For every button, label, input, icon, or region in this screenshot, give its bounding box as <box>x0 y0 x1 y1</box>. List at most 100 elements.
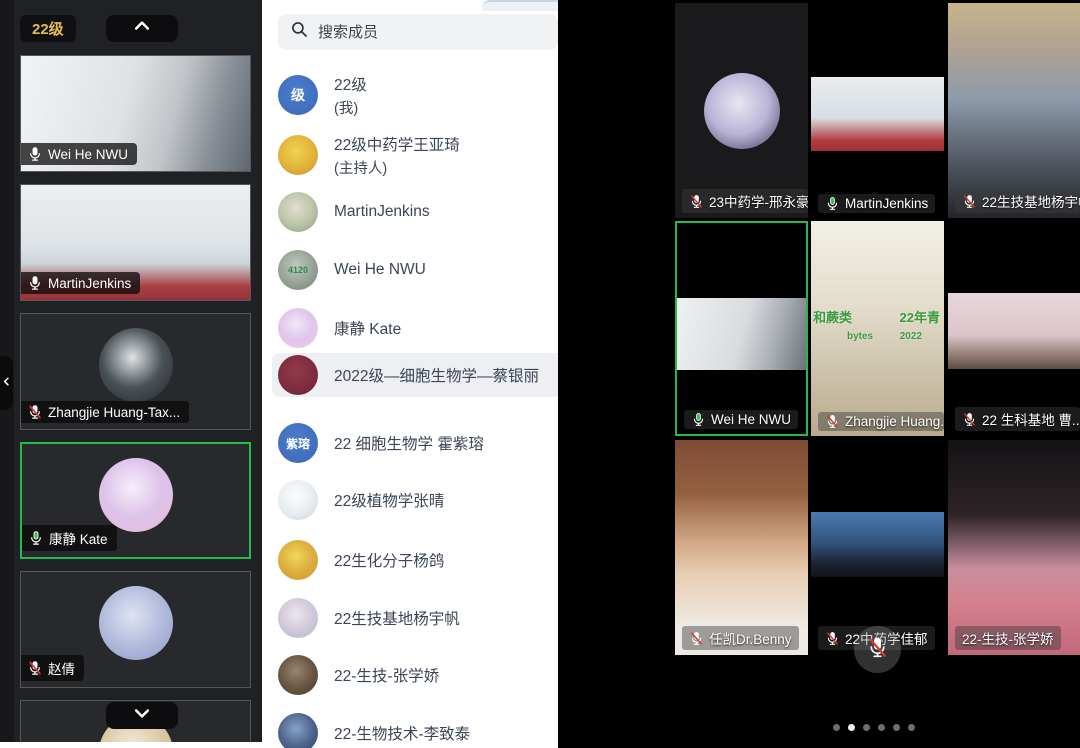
participant-name: MartinJenkins <box>845 196 928 211</box>
member-name: 22生化分子杨鸽 <box>334 549 444 571</box>
member-row[interactable]: 2022级—细胞生物学—蔡银丽 <box>262 351 558 399</box>
participant-video <box>948 293 1080 369</box>
member-text: 22级中药学王亚琦(主持人) <box>334 133 460 178</box>
member-row[interactable]: 22-生技-张学娇 <box>262 651 558 699</box>
mic-muted-icon <box>825 631 840 646</box>
member-row[interactable]: 紫瑢22 细胞生物学 霍紫瑢 <box>262 419 558 467</box>
video-tile[interactable]: 22生技基地杨宇帆 <box>948 3 1080 218</box>
avatar <box>99 328 173 402</box>
member-text: 康静 Kate <box>334 317 401 339</box>
avatar <box>278 598 318 638</box>
search-input[interactable] <box>318 24 546 41</box>
participant-video <box>811 221 944 436</box>
group-name-label: 22级 <box>32 18 64 39</box>
pagination-dot-active[interactable] <box>848 724 855 731</box>
video-tile[interactable]: 任凯Dr.Benny <box>675 440 808 655</box>
participant-name: Wei He NWU <box>711 412 791 427</box>
member-text: 22级(我) <box>334 73 367 118</box>
avatar: 紫瑢 <box>278 423 318 463</box>
video-tile[interactable]: 22-生技-张学娇 <box>948 440 1080 655</box>
virtual-background-text: 和蕨类 <box>813 307 852 326</box>
member-list-panel: 级22级(我) 22级中药学王亚琦(主持人) MartinJenkins 4120 We… <box>262 0 558 748</box>
member-row[interactable]: 康静 Kate <box>262 304 558 352</box>
participant-name: MartinJenkins <box>48 276 131 291</box>
avatar: 4120 <box>278 250 318 290</box>
member-text: 22生化分子杨鸽 <box>334 549 444 571</box>
pagination-dot[interactable] <box>833 724 840 731</box>
participant-name-tag: MartinJenkins <box>818 194 935 213</box>
member-role: (我) <box>334 97 367 118</box>
thumbnail-strip-panel: 22级 Wei He NWU MartinJenkins Zhangjie Huan… <box>0 0 262 742</box>
popup-edge <box>482 0 558 11</box>
member-row[interactable]: 22-生物技术-李致泰 <box>262 709 558 748</box>
participant-name-tag: 23中药学-邢永豪 <box>682 189 808 213</box>
member-name: Wei He NWU <box>334 261 426 279</box>
video-thumbnail[interactable]: Zhangjie Huang-Tax... <box>20 313 251 430</box>
member-text: 22级植物学张晴 <box>334 489 444 511</box>
participant-name-tag: 任凯Dr.Benny <box>682 626 799 650</box>
member-name: 22-生技-张学娇 <box>334 664 439 686</box>
scroll-down-button[interactable] <box>106 702 178 729</box>
mic-on-icon <box>27 275 43 291</box>
video-thumbnail[interactable]: 赵倩 <box>20 571 251 688</box>
member-row[interactable]: 22级植物学张晴 <box>262 476 558 524</box>
video-tile[interactable]: MartinJenkins <box>811 3 944 218</box>
member-name: 康静 Kate <box>334 317 401 339</box>
search-box[interactable] <box>278 14 558 50</box>
member-row[interactable]: 4120 Wei He NWU <box>262 246 558 294</box>
participant-name-tag: MartinJenkins <box>21 272 140 294</box>
member-row[interactable]: MartinJenkins <box>262 188 558 236</box>
avatar <box>278 540 318 580</box>
video-thumbnail[interactable]: 康静 Kate <box>20 442 251 559</box>
participant-video <box>948 440 1080 655</box>
scroll-up-button[interactable] <box>106 15 178 42</box>
participant-video <box>811 512 944 577</box>
mic-speaking-icon <box>825 196 840 211</box>
participant-name: Zhangjie Huang-Tax... <box>48 405 180 420</box>
video-tile[interactable]: 22 生科基地 曹... <box>948 221 1080 436</box>
member-name: 22级植物学张晴 <box>334 489 444 511</box>
participant-name: 任凯Dr.Benny <box>709 628 792 648</box>
participant-video <box>811 77 944 151</box>
avatar <box>278 355 318 395</box>
avatar <box>278 192 318 232</box>
video-tile[interactable]: 23中药学-邢永豪 <box>675 3 808 218</box>
participant-name-tag: 康静 Kate <box>22 525 117 551</box>
member-row[interactable]: 22生技基地杨宇帆 <box>262 594 558 642</box>
pagination-dot[interactable] <box>893 724 900 731</box>
virtual-background-text: 22年青 <box>900 307 940 326</box>
video-thumbnail[interactable]: MartinJenkins <box>20 184 251 301</box>
mic-muted-icon <box>866 636 889 664</box>
collapse-strip-button[interactable] <box>0 356 13 410</box>
member-text: 22-生技-张学娇 <box>334 664 439 686</box>
mic-muted-icon <box>27 404 43 420</box>
participant-name-tag: Wei He NWU <box>684 410 798 429</box>
avatar <box>278 308 318 348</box>
video-tile[interactable]: 22中药学佳郁 <box>811 440 944 655</box>
participant-name-tag: Zhangjie Huang... <box>818 412 944 431</box>
mic-speaking-icon <box>28 530 44 546</box>
participant-video <box>677 298 806 370</box>
pagination-dot[interactable] <box>878 724 885 731</box>
avatar <box>278 135 318 175</box>
member-row[interactable]: 22级中药学王亚琦(主持人) <box>262 131 558 179</box>
meeting-window: 22级 Wei He NWU MartinJenkins Zhangjie Huan… <box>0 0 1080 748</box>
member-text: Wei He NWU <box>334 261 426 279</box>
participant-name: Wei He NWU <box>48 147 128 162</box>
video-thumbnail[interactable]: Wei He NWU <box>20 55 251 172</box>
video-tile[interactable]: 和蕨类22年青bytes2022Zhangjie Huang... <box>811 221 944 436</box>
pagination-dot[interactable] <box>863 724 870 731</box>
participant-name-tag: Zhangjie Huang-Tax... <box>21 401 189 423</box>
video-tile[interactable]: Wei He NWU <box>675 221 808 436</box>
participant-video <box>948 3 1080 218</box>
mic-muted-icon <box>962 194 977 209</box>
mic-muted-overlay-indicator <box>854 626 901 673</box>
member-row[interactable]: 级22级(我) <box>262 71 558 119</box>
member-row[interactable]: 22生化分子杨鸽 <box>262 536 558 584</box>
mic-muted-icon <box>27 660 43 676</box>
mic-muted-icon <box>689 631 704 646</box>
group-name-tab[interactable]: 22级 <box>20 15 76 42</box>
pagination-dot[interactable] <box>908 724 915 731</box>
participant-name: Zhangjie Huang... <box>845 414 944 429</box>
member-name: 22级中药学王亚琦 <box>334 133 460 155</box>
